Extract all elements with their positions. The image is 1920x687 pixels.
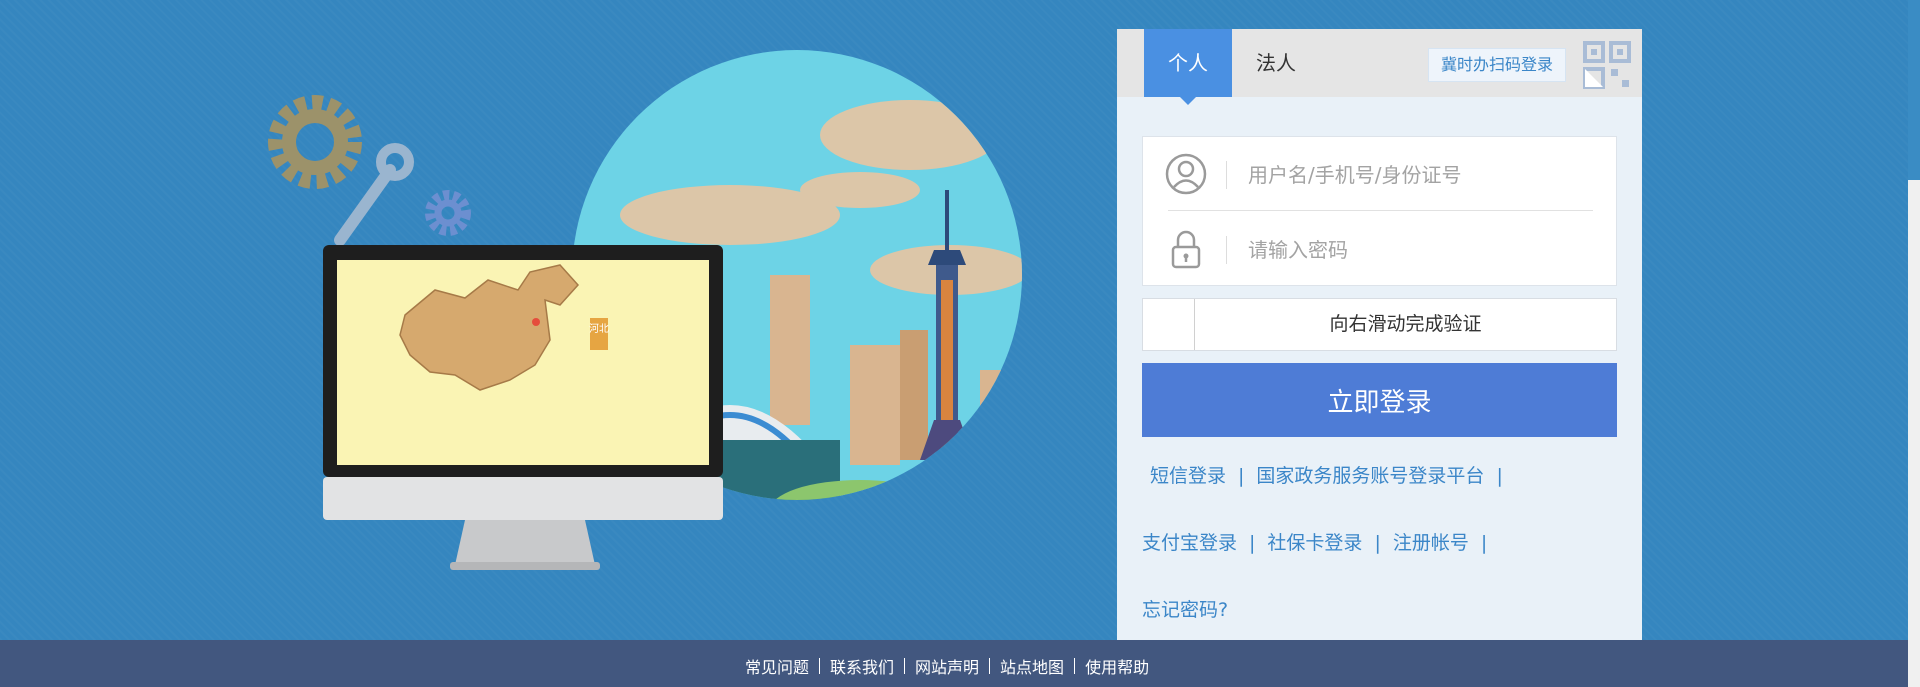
link-separator: | (1238, 465, 1245, 487)
link-separator: | (1249, 532, 1256, 554)
credentials-box (1142, 136, 1617, 286)
scrollbar-thumb[interactable] (1908, 180, 1920, 687)
national-platform-link[interactable]: 国家政务服务账号登录平台 (1256, 465, 1484, 487)
alt-login-links-row-2: 支付宝登录 | 社保卡登录 | 注册帐号 | (1142, 528, 1499, 555)
lock-icon (1164, 227, 1208, 271)
sms-login-link[interactable]: 短信登录 (1150, 465, 1226, 487)
field-divider (1226, 236, 1227, 264)
link-separator: | (1480, 532, 1488, 554)
qr-login-hint[interactable]: 冀时办扫码登录 (1428, 48, 1567, 82)
footer-separator (1074, 658, 1076, 674)
footer-sitemap-link[interactable]: 站点地图 (1000, 654, 1064, 678)
slider-label: 向右滑动完成验证 (1329, 313, 1482, 335)
social-card-login-link[interactable]: 社保卡登录 (1267, 532, 1362, 554)
monitor-illustration: 河北 (323, 245, 723, 570)
footer-statement-link[interactable]: 网站声明 (915, 654, 979, 678)
tab-personal[interactable]: 个人 (1144, 29, 1232, 105)
footer-links: 常见问题 联系我们 网站声明 站点地图 使用帮助 (745, 654, 1149, 678)
username-row (1165, 137, 1593, 211)
footer-separator (989, 658, 991, 674)
tab-corporate[interactable]: 法人 (1232, 29, 1320, 97)
footer-contact-link[interactable]: 联系我们 (830, 654, 894, 678)
link-separator: | (1374, 532, 1381, 554)
gear-icon (268, 95, 362, 189)
footer-separator (819, 658, 821, 674)
password-row (1143, 212, 1616, 286)
slider-handle[interactable] (1143, 299, 1195, 350)
alt-login-links-row-1: 短信登录 | 国家政务服务账号登录平台 | (1150, 461, 1515, 488)
field-divider (1226, 161, 1227, 189)
forgot-password-link[interactable]: 忘记密码? (1142, 599, 1228, 621)
slide-verification: 向右滑动完成验证 (1142, 298, 1617, 351)
page-scrollbar[interactable] (1908, 0, 1920, 687)
footer-separator (904, 658, 906, 674)
login-panel: 个人 法人 冀时办扫码登录 用户名/手机号/身份证号 向右滑动完成验证 立即登录… (1117, 29, 1642, 640)
register-link[interactable]: 注册帐号 (1393, 532, 1469, 554)
footer: 常见问题 联系我们 网站声明 站点地图 使用帮助 (0, 640, 1908, 687)
hero-illustration: 河北 (260, 40, 1040, 580)
footer-help-link[interactable]: 使用帮助 (1085, 654, 1149, 678)
password-input[interactable] (1248, 232, 1578, 268)
forgot-password-row: 忘记密码? (1142, 595, 1228, 622)
small-gear-icon (425, 190, 471, 236)
qr-code-icon[interactable] (1583, 41, 1631, 89)
login-tab-bar: 个人 法人 冀时办扫码登录 (1117, 29, 1642, 105)
username-input[interactable] (1248, 157, 1578, 193)
alipay-login-link[interactable]: 支付宝登录 (1142, 532, 1237, 554)
footer-faq-link[interactable]: 常见问题 (745, 654, 809, 678)
link-separator: | (1496, 465, 1503, 487)
page-background: 河北 个人 法人 冀时办扫码登录 用户名/手机号/身份证号 向右滑动完成验证 立… (0, 0, 1908, 640)
login-button[interactable]: 立即登录 (1142, 363, 1617, 437)
map-province-label: 河北 (589, 323, 609, 335)
user-icon (1164, 152, 1208, 196)
